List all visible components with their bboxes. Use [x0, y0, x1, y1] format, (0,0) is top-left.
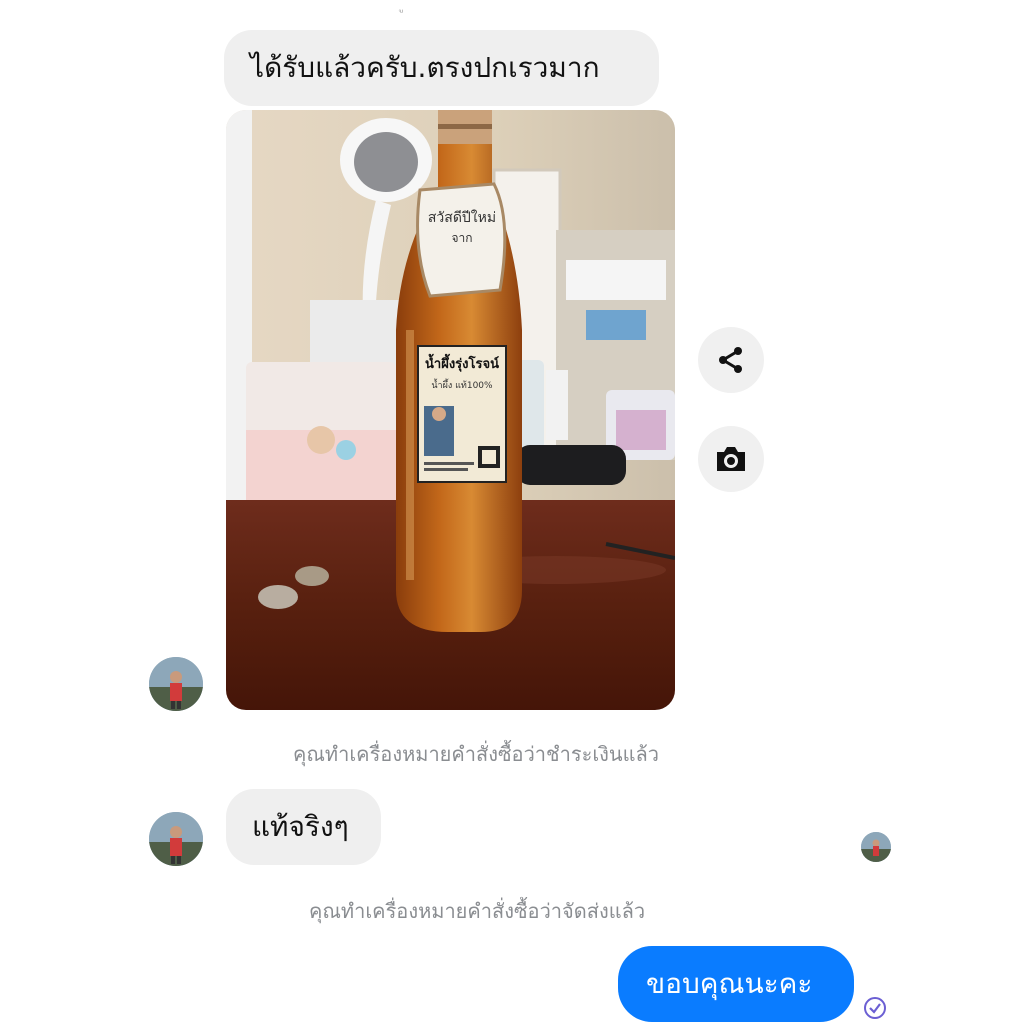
seen-avatar [861, 832, 891, 862]
order-status-paid: คุณทำเครื่องหมายคำสั่งซื้อว่าชำระเงินแล้… [293, 742, 659, 766]
order-status-shipped: คุณทำเครื่องหมายคำสั่งซื้อว่าจัดส่งแล้ว [309, 899, 646, 923]
message-bubble-received[interactable]: ได้รับแล้วครับ.ตรงปกเรวมาก [224, 30, 659, 106]
tag-text: สวัสดีปีใหม่ [428, 209, 496, 226]
sender-avatar[interactable] [149, 657, 203, 711]
avatar-image [149, 657, 203, 711]
clipped-text-top: ู [404, 0, 418, 4]
camera-icon [717, 447, 745, 471]
message-bubble-received[interactable]: แท้จริงๆ [226, 789, 381, 865]
sent-check-icon [863, 996, 887, 1020]
message-text: ได้รับแล้วครับ.ตรงปกเรวมาก [250, 51, 600, 84]
avatar-image [149, 812, 203, 866]
seen-avatar-image [861, 832, 891, 862]
honey-bottle-photo: สวัสดีปีใหม่ จาก น้ำผึ้งรุ่งโรจน์ น้ำผึ้… [226, 110, 675, 710]
photo-message[interactable]: สวัสดีปีใหม่ จาก น้ำผึ้งรุ่งโรจน์ น้ำผึ้… [226, 110, 675, 710]
share-icon [719, 347, 742, 373]
message-bubble-sent[interactable]: ขอบคุณนะคะ [618, 946, 854, 1022]
message-text: แท้จริงๆ [252, 810, 349, 843]
camera-button[interactable] [698, 426, 764, 492]
message-text: ขอบคุณนะคะ [646, 967, 813, 1000]
sender-avatar[interactable] [149, 812, 203, 866]
svg-text:จาก: จาก [451, 231, 472, 245]
share-button[interactable] [698, 327, 764, 393]
